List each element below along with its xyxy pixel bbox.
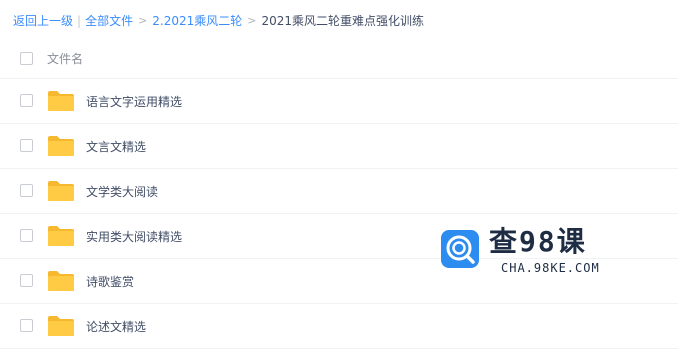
folder-name[interactable]: 论述文精选: [86, 318, 146, 335]
select-all-checkbox[interactable]: [20, 51, 33, 65]
breadcrumb-divider: |: [77, 14, 82, 28]
folder-name[interactable]: 文言文精选: [86, 138, 146, 155]
file-list-header: 文件名: [0, 39, 678, 79]
search-logo-icon: [446, 235, 475, 264]
list-item[interactable]: 文言文精选: [0, 124, 678, 169]
breadcrumb: 返回上一级 | 全部文件 > 2.2021乘风二轮 > 2021乘风二轮重难点强…: [13, 11, 424, 31]
back-link[interactable]: 返回上一级: [13, 11, 73, 31]
list-item[interactable]: 语言文字运用精选: [0, 79, 678, 124]
folder-name[interactable]: 实用类大阅读精选: [86, 228, 182, 245]
folder-icon: [48, 136, 74, 156]
row-checkbox[interactable]: [20, 139, 33, 152]
breadcrumb-parent-folder[interactable]: 2.2021乘风二轮: [152, 11, 242, 31]
breadcrumb-separator: >: [138, 14, 148, 27]
folder-icon: [48, 226, 74, 246]
list-item[interactable]: 论述文精选: [0, 304, 678, 349]
watermark: 查98课 CHA.98KE.COM: [441, 226, 671, 282]
folder-icon: [48, 316, 74, 336]
watermark-url: CHA.98KE.COM: [501, 261, 600, 275]
folder-name[interactable]: 语言文字运用精选: [86, 93, 182, 110]
file-list: 文件名 语言文字运用精选 文言文精选 文学类大阅读 实用类大阅读精选 诗歌鉴赏 …: [0, 39, 678, 349]
breadcrumb-separator: >: [247, 14, 257, 27]
folder-icon: [48, 181, 74, 201]
breadcrumb-all-files[interactable]: 全部文件: [85, 11, 133, 31]
column-header-filename: 文件名: [47, 52, 84, 66]
row-checkbox[interactable]: [20, 274, 33, 287]
folder-name[interactable]: 文学类大阅读: [86, 183, 158, 200]
row-checkbox[interactable]: [20, 94, 33, 107]
folder-name[interactable]: 诗歌鉴赏: [86, 273, 134, 290]
watermark-title: 查98课: [489, 225, 587, 258]
folder-icon: [48, 271, 74, 291]
row-checkbox[interactable]: [20, 229, 33, 242]
list-item[interactable]: 文学类大阅读: [0, 169, 678, 214]
row-checkbox[interactable]: [20, 184, 33, 197]
watermark-logo-icon: [441, 230, 479, 268]
row-checkbox[interactable]: [20, 319, 33, 332]
breadcrumb-current-folder: 2021乘风二轮重难点强化训练: [261, 14, 425, 28]
folder-icon: [48, 91, 74, 111]
